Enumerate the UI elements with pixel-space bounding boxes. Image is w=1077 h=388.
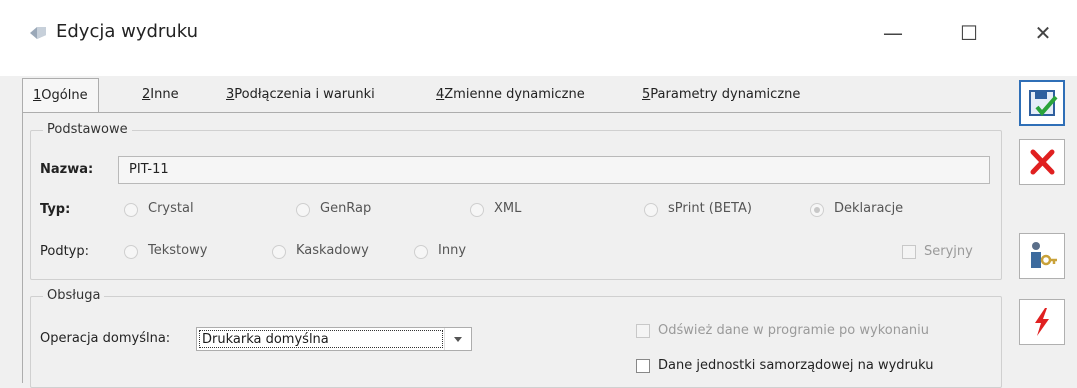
save-icon	[1029, 90, 1058, 117]
subtype-other-label: Inny	[438, 243, 467, 258]
title-bar: Edycja wydruku — ☐ ✕	[0, 0, 1077, 76]
chevron-down-icon[interactable]	[444, 328, 471, 350]
subtype-label: Podtyp:	[40, 244, 90, 259]
save-button[interactable]	[1019, 80, 1065, 126]
cancel-icon	[1030, 149, 1055, 175]
name-label: Nazwa:	[40, 162, 94, 177]
user-key-button[interactable]	[1019, 233, 1065, 279]
type-xml-label: XML	[494, 201, 522, 216]
maximize-button[interactable]: ☐	[946, 16, 992, 50]
name-input[interactable]: PIT-11	[118, 156, 990, 184]
type-genrap-radio[interactable]	[296, 203, 310, 217]
type-declarations-label: Deklaracje	[834, 201, 904, 216]
type-crystal-radio[interactable]	[124, 203, 138, 217]
tab-connections[interactable]: 3Podłączenia i warunki	[226, 76, 375, 112]
handling-group: Obsługa	[30, 288, 1002, 388]
type-sprint-label: sPrint (BETA)	[668, 201, 752, 216]
window-title: Edycja wydruku	[56, 21, 198, 42]
tab-dynamic-parameters[interactable]: 5Parametry dynamiczne	[642, 76, 800, 112]
minimize-button[interactable]: —	[870, 16, 916, 50]
lightning-icon	[1035, 308, 1049, 336]
default-operation-select[interactable]: Drukarka domyślna	[196, 327, 472, 351]
subtype-text-radio[interactable]	[124, 245, 138, 259]
tab-general[interactable]: 1Ogólne	[22, 78, 99, 113]
type-label: Typ:	[40, 202, 71, 217]
type-declarations-radio[interactable]	[810, 203, 824, 217]
type-xml-radio[interactable]	[470, 203, 484, 217]
serial-label: Seryjny	[924, 244, 973, 259]
app-icon	[30, 27, 46, 39]
run-button[interactable]	[1019, 299, 1065, 345]
handling-group-legend: Obsługa	[43, 288, 105, 303]
type-genrap-label: GenRap	[320, 201, 372, 216]
default-operation-label: Operacja domyślna:	[40, 331, 171, 346]
subtype-other-radio[interactable]	[414, 245, 428, 259]
local-gov-data-label: Dane jednostki samorządowej na wydruku	[658, 358, 934, 373]
refresh-data-checkbox[interactable]	[636, 324, 650, 338]
basic-group-legend: Podstawowe	[43, 122, 132, 137]
tab-dynamic-variables[interactable]: 4Zmienne dynamiczne	[436, 76, 585, 112]
type-sprint-radio[interactable]	[644, 203, 658, 217]
serial-checkbox[interactable]	[902, 245, 916, 259]
close-button[interactable]: ✕	[1020, 16, 1066, 50]
tab-other[interactable]: 2Inne	[142, 76, 179, 112]
default-operation-value: Drukarka domyślna	[199, 330, 443, 348]
user-key-icon	[1031, 242, 1057, 268]
subtype-cascade-label: Kaskadowy	[296, 243, 369, 258]
cancel-button[interactable]	[1019, 139, 1065, 185]
subtype-text-label: Tekstowy	[148, 243, 208, 258]
local-gov-data-checkbox[interactable]	[636, 359, 650, 373]
type-crystal-label: Crystal	[148, 201, 194, 216]
refresh-data-label: Odśwież dane w programie po wykonaniu	[658, 323, 930, 338]
subtype-cascade-radio[interactable]	[272, 245, 286, 259]
